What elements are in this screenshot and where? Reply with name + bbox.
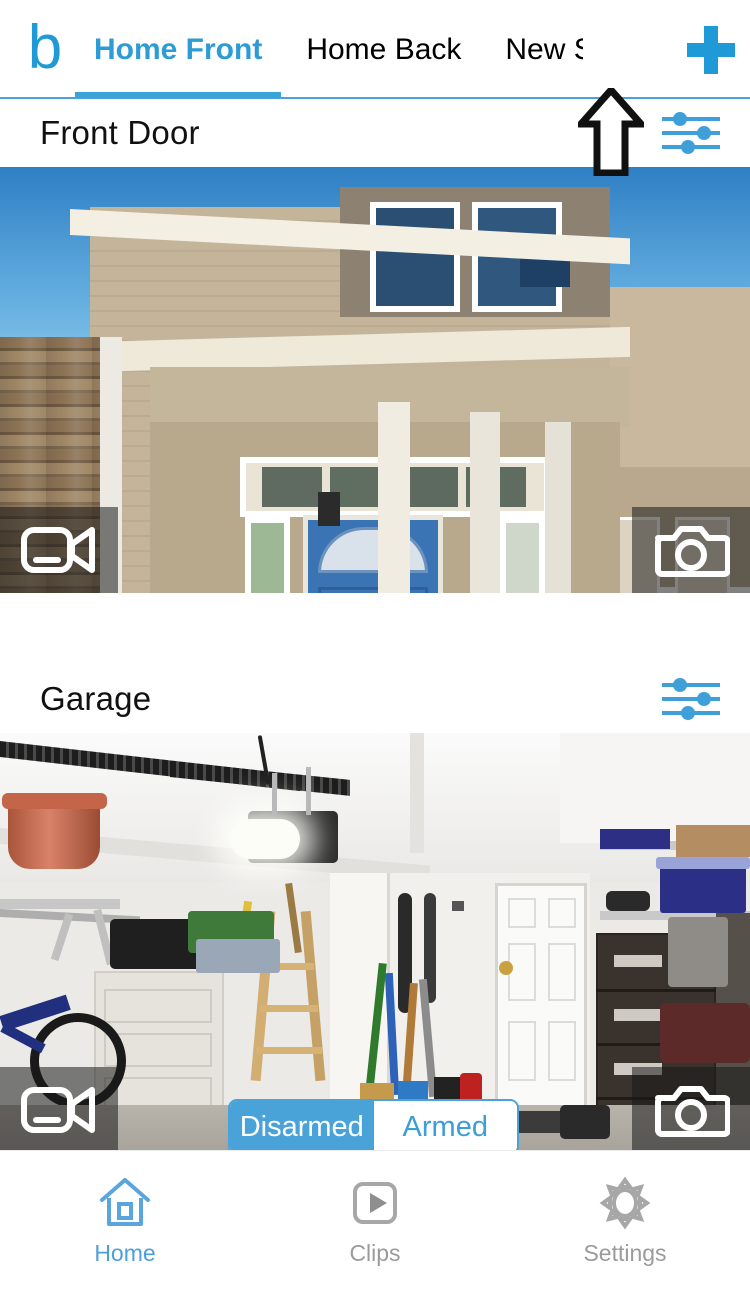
camera-card-garage: Garage Disarmed Armed bbox=[0, 665, 750, 1153]
front-door-video-feed[interactable] bbox=[0, 167, 750, 593]
front-door-header: Front Door bbox=[0, 99, 750, 167]
system-tabs: Home Front Home Back New Sy bbox=[72, 0, 672, 99]
video-camera-icon bbox=[21, 527, 95, 573]
brand-logo: b bbox=[27, 12, 63, 82]
tab-new-system[interactable]: New Sy bbox=[483, 0, 583, 99]
photo-camera-icon bbox=[655, 526, 730, 577]
arm-toggle[interactable]: Disarmed Armed bbox=[228, 1099, 519, 1153]
armed-segment[interactable]: Armed bbox=[373, 1101, 517, 1153]
garage-title: Garage bbox=[40, 680, 152, 717]
sliders-icon[interactable] bbox=[660, 676, 722, 722]
nav-item-home-label: Home bbox=[94, 1240, 156, 1266]
disarmed-segment[interactable]: Disarmed bbox=[230, 1101, 374, 1153]
bottom-navigation-bar: Home Clips Settings bbox=[0, 1150, 750, 1290]
nav-item-home[interactable]: Home bbox=[0, 1151, 250, 1290]
top-tab-bar: b Home Front Home Back New Sy bbox=[0, 0, 750, 99]
video-camera-icon bbox=[21, 1087, 95, 1133]
section-gap bbox=[0, 601, 750, 665]
gear-icon bbox=[599, 1176, 651, 1230]
front-door-snapshot-button[interactable] bbox=[632, 507, 750, 593]
garage-header: Garage bbox=[0, 665, 750, 733]
tab-home-front-label: Home Front bbox=[94, 32, 263, 66]
nav-item-settings-label: Settings bbox=[583, 1240, 667, 1266]
front-door-record-button[interactable] bbox=[0, 507, 118, 593]
photo-camera-icon bbox=[655, 1086, 730, 1137]
nav-item-settings[interactable]: Settings bbox=[500, 1151, 750, 1290]
play-square-icon bbox=[353, 1182, 397, 1224]
nav-item-clips[interactable]: Clips bbox=[250, 1151, 500, 1290]
house-icon bbox=[100, 1178, 150, 1226]
garage-record-button[interactable] bbox=[0, 1067, 118, 1153]
tab-home-back[interactable]: Home Back bbox=[284, 0, 483, 99]
tab-new-system-label: New Sy bbox=[505, 32, 583, 66]
tab-home-front[interactable]: Home Front bbox=[72, 0, 284, 99]
sliders-icon[interactable] bbox=[660, 110, 722, 156]
plus-icon bbox=[687, 25, 735, 74]
garage-snapshot-button[interactable] bbox=[632, 1067, 750, 1153]
front-door-title: Front Door bbox=[40, 114, 200, 151]
app-root: b Home Front Home Back New Sy Front Door bbox=[0, 0, 750, 1290]
camera-card-front-door: Front Door bbox=[0, 99, 750, 593]
tab-home-back-label: Home Back bbox=[306, 32, 462, 66]
garage-video-feed[interactable]: Disarmed Armed bbox=[0, 733, 750, 1153]
add-system-button[interactable] bbox=[672, 0, 750, 99]
nav-item-clips-label: Clips bbox=[349, 1240, 401, 1266]
